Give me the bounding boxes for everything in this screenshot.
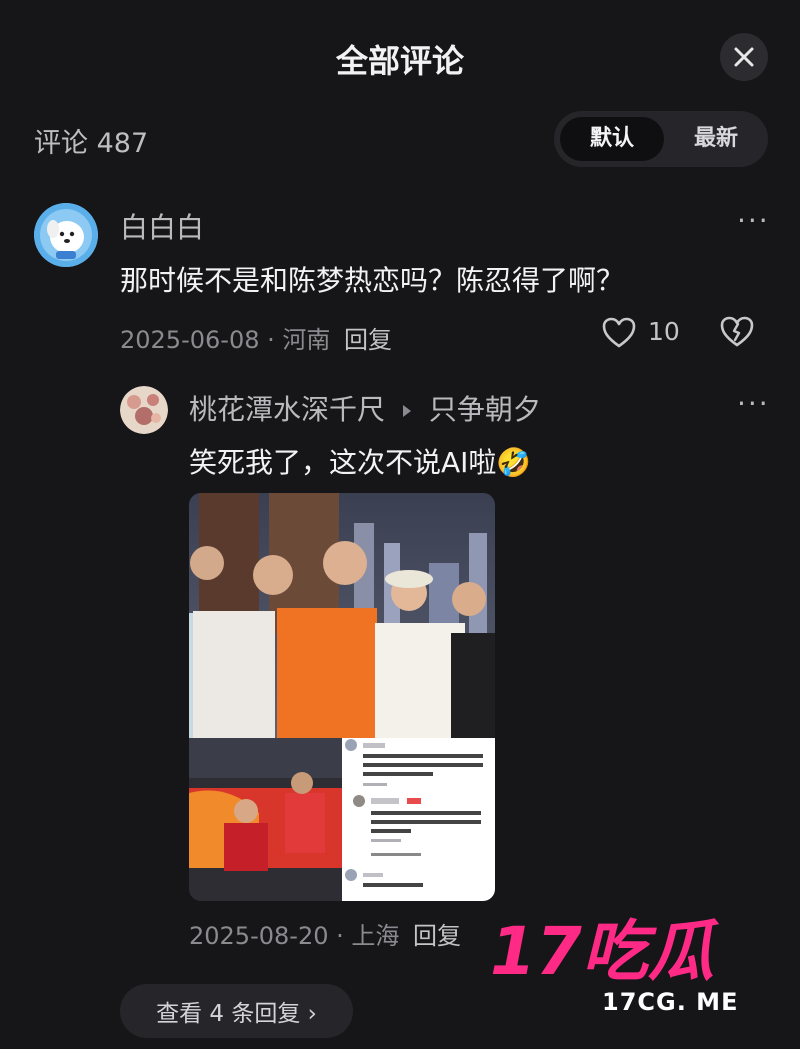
close-button[interactable] xyxy=(720,33,768,81)
reply-image[interactable] xyxy=(189,493,495,901)
close-icon xyxy=(734,47,754,67)
watermark-logo: 17吃瓜 17CG. ME xyxy=(490,914,780,1024)
watermark-big-text: 17吃瓜 xyxy=(490,913,714,990)
reply-username[interactable]: 桃花潭水深千尺 xyxy=(189,393,385,426)
comment-like-button[interactable]: 10 xyxy=(602,315,698,351)
avatar[interactable] xyxy=(34,203,98,267)
reply-more-button[interactable]: ··· xyxy=(737,387,770,420)
comment-meta: 2025-06-08 · 河南 回复 xyxy=(120,320,392,355)
comment-like-count: 10 xyxy=(648,317,680,346)
reply-arrow-icon xyxy=(402,405,411,417)
reply-date: 2025-08-20 xyxy=(189,922,329,950)
comment-reply-button[interactable]: 回复 xyxy=(344,326,392,354)
reply-location: 上海 xyxy=(351,922,400,950)
reply-reply-button[interactable]: 回复 xyxy=(413,922,461,950)
reply-avatar[interactable] xyxy=(120,386,168,434)
sort-toggle: 默认 最新 xyxy=(554,111,768,167)
separator: · xyxy=(336,922,352,950)
blossom-avatar-icon xyxy=(120,386,168,434)
comment-location: 河南 xyxy=(282,326,331,354)
comment-count: 评论 487 xyxy=(34,128,149,159)
group-photo xyxy=(189,493,495,901)
header: 全部评论 xyxy=(0,0,800,116)
page-title: 全部评论 xyxy=(335,42,464,80)
comment-text: 那时候不是和陈梦热恋吗？陈忍得了啊？ xyxy=(120,264,625,297)
comment-date: 2025-06-08 xyxy=(120,326,260,354)
separator: · xyxy=(267,326,283,354)
sort-default-tab[interactable]: 默认 xyxy=(560,117,664,161)
reply-meta: 2025-08-20 · 上海 回复 xyxy=(189,916,461,951)
comment-username[interactable]: 白白白 xyxy=(120,206,204,246)
dog-avatar-icon xyxy=(34,203,98,267)
laughing-emoji-icon: 🤣 xyxy=(496,446,532,479)
sort-latest-tab[interactable]: 最新 xyxy=(664,117,768,161)
heart-icon xyxy=(602,317,636,348)
comment-dislike-button[interactable] xyxy=(720,316,754,350)
comment-more-button[interactable]: ··· xyxy=(737,204,770,237)
broken-heart-icon xyxy=(720,316,754,347)
reply-header: 桃花潭水深千尺 只争朝夕 xyxy=(189,388,541,428)
view-more-replies-button[interactable]: 查看 4 条回复 › xyxy=(120,984,353,1038)
reply-text-row: 笑死我了，这次不说AI啦🤣 xyxy=(189,441,531,481)
reply-text: 笑死我了，这次不说AI啦 xyxy=(189,446,497,479)
reply-to-username[interactable]: 只争朝夕 xyxy=(429,393,541,426)
watermark-url: 17CG. ME xyxy=(602,988,739,1016)
